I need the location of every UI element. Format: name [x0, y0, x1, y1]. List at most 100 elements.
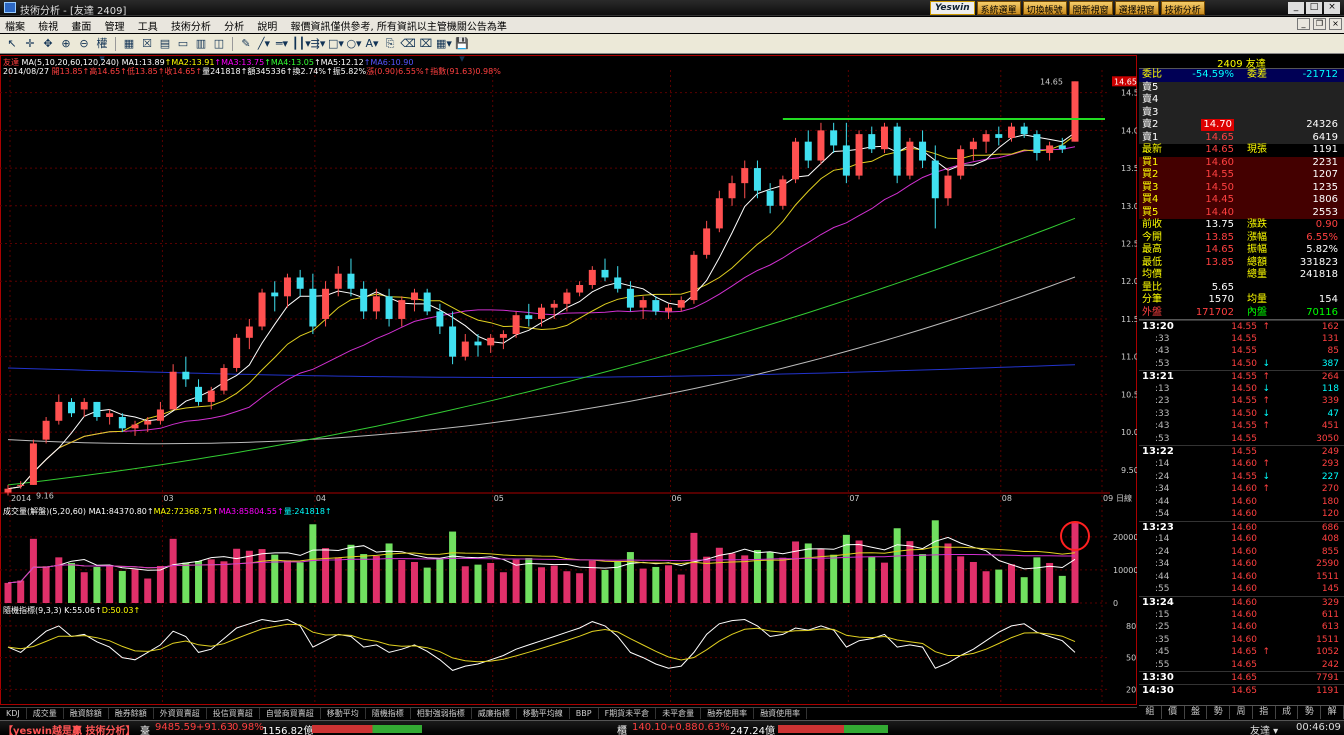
volume-bar	[449, 531, 457, 603]
candle-body	[982, 134, 990, 142]
tab-bbp[interactable]: BBP	[570, 708, 599, 719]
info-change: 漲(0.90)6.55%↑指數(91.63)0.98%	[366, 67, 501, 76]
tick-price: 14.55	[1231, 333, 1257, 344]
ma240-line	[7, 364, 1076, 378]
last-price-label: 14.65	[1040, 77, 1063, 86]
menu-tools[interactable]: 工具	[133, 17, 163, 34]
tile-icon[interactable]: ◫	[211, 36, 227, 51]
tab-foreign[interactable]: 外資買賣超	[154, 708, 207, 719]
copy-icon[interactable]: ⎘	[382, 36, 398, 51]
tab-margin[interactable]: 融資餘額	[64, 708, 109, 719]
volume-bar	[436, 558, 444, 603]
tab-rsi[interactable]: 相對強弱指標	[411, 708, 472, 719]
status-twse-value: 9485.59	[155, 722, 197, 733]
tick-volume: 180	[1321, 496, 1339, 507]
chart-icon[interactable]: ▤	[157, 36, 173, 51]
volume-bar	[4, 582, 12, 603]
tab-system-menu[interactable]: 系統選單	[976, 1, 1021, 16]
tab-oi[interactable]: 未平倉量	[656, 708, 702, 719]
tab-margin-usage[interactable]: 融資使用率	[754, 708, 808, 719]
crosshair-icon[interactable]: ✛	[22, 36, 38, 51]
kd-k: K:55.06↑	[64, 606, 102, 615]
tick-price: 14.60	[1231, 522, 1257, 533]
tick-price: 14.55	[1231, 447, 1257, 458]
ellipse-tool-icon[interactable]: ○▾	[346, 36, 362, 51]
quote-row: 均價 總量 241818	[1139, 269, 1344, 282]
tick-row: :44 14.60 1511	[1139, 571, 1344, 584]
layout-icon[interactable]: ▥	[193, 36, 209, 51]
tab-dealer[interactable]: 自營商買賣超	[260, 708, 321, 719]
tab-stochastic[interactable]: 隨機指標	[366, 708, 411, 719]
status-stock-select[interactable]: 友達 ▾	[1250, 722, 1278, 735]
tab-ma-line[interactable]: 移動平均線	[517, 708, 570, 719]
minimize-icon[interactable]: _	[1288, 2, 1304, 14]
menu-view[interactable]: 檢視	[33, 17, 63, 34]
rtab-price[interactable]: 價	[1162, 706, 1185, 719]
window-icon[interactable]: ▭	[175, 36, 191, 51]
quote-row: 今開 13.85 漲幅 6.55%	[1139, 231, 1344, 244]
fib-tool-icon[interactable]: ⇶▾	[310, 36, 326, 51]
menu-screen[interactable]: 畫面	[66, 17, 96, 34]
quote-label: 最低	[1142, 256, 1162, 268]
menu-technical-analysis[interactable]: 技術分析	[166, 17, 216, 34]
mdi-close-icon[interactable]: ×	[1329, 18, 1342, 30]
right-panel-tabs: 組 價 盤 勢 周 指 成 勢 解	[1139, 705, 1344, 719]
tab-volume[interactable]: 成交量	[27, 708, 64, 719]
tab-kdj[interactable]: KDJ	[0, 708, 27, 719]
rtab-solve[interactable]: 解	[1321, 706, 1344, 719]
eraser-icon[interactable]: ⌫	[400, 36, 416, 51]
color-icon[interactable]: ▦▾	[436, 36, 452, 51]
tick-price: 14.60	[1231, 459, 1257, 470]
menu-file[interactable]: 檔案	[0, 17, 30, 34]
cursor-icon[interactable]: ↖	[4, 36, 20, 51]
maximize-icon[interactable]: □	[1306, 2, 1322, 14]
menu-help[interactable]: 說明	[252, 17, 282, 34]
rtab-group[interactable]: 組	[1139, 706, 1162, 719]
zoom-in-icon[interactable]: ⊕	[58, 36, 74, 51]
save-icon[interactable]: 💾▾	[454, 36, 470, 65]
rtab-trend[interactable]: 勢	[1207, 706, 1231, 719]
draw-icon[interactable]: ✎	[238, 36, 254, 51]
volume-bar	[283, 560, 291, 603]
candlestick-chart[interactable]: 14.50 14.00 13.50 13.00 12.50 12.00 11.50 11.00…	[0, 55, 1137, 705]
tab-technical-analysis[interactable]: 技術分析	[1160, 1, 1205, 16]
tab-ma[interactable]: 移動平均	[321, 708, 366, 719]
volume-bar	[855, 540, 863, 603]
rtab-trend2[interactable]: 勢	[1298, 706, 1322, 719]
tick-row: 13:30 14.65 7791	[1139, 671, 1344, 684]
tick-list[interactable]: 13:20 14.55 ↑ 162:33 14.55 131:43 14.55 85:53 14…	[1139, 319, 1344, 696]
quote-label-2: 振幅	[1247, 244, 1267, 255]
status-twse-label: 臺	[140, 726, 150, 735]
bar-tool-icon[interactable]: ┃┃▾	[292, 36, 311, 51]
tab-short[interactable]: 融券餘額	[109, 708, 154, 719]
menu-analysis[interactable]: 分析	[219, 17, 249, 34]
hline-tool-icon[interactable]: ═▾	[274, 36, 290, 51]
tab-short-usage[interactable]: 融券使用率	[701, 708, 755, 719]
close-icon[interactable]: ×	[1324, 2, 1340, 14]
rtab-deal[interactable]: 成	[1276, 706, 1299, 719]
tab-trust[interactable]: 投信買賣超	[207, 708, 260, 719]
menu-manage[interactable]: 管理	[100, 17, 130, 34]
move-icon[interactable]: ✥	[40, 36, 56, 51]
zoom-out-icon[interactable]: ⊖	[76, 36, 92, 51]
volume-bar	[652, 566, 660, 603]
rect-tool-icon[interactable]: □▾	[328, 36, 344, 51]
tab-select-window[interactable]: 選擇視窗	[1114, 1, 1159, 16]
grid-icon[interactable]: ▦	[121, 36, 137, 51]
eraser-all-icon[interactable]: ⌧	[418, 36, 434, 51]
rtab-board[interactable]: 盤	[1185, 706, 1208, 719]
mdi-minimize-icon[interactable]: _	[1297, 18, 1310, 30]
tick-volume: 1511	[1316, 571, 1339, 582]
tab-new-window[interactable]: 開新視窗	[1068, 1, 1113, 16]
rtab-index[interactable]: 指	[1253, 706, 1276, 719]
rtab-week[interactable]: 周	[1230, 706, 1253, 719]
tab-futures-oi[interactable]: F期貨未平倉	[599, 708, 657, 719]
text-tool-icon[interactable]: A▾	[364, 36, 380, 51]
candle-body	[766, 190, 774, 206]
tab-switch-account[interactable]: 切換帳號	[1022, 1, 1067, 16]
delete-icon[interactable]: ☒	[139, 36, 155, 51]
tab-williams[interactable]: 威廉指標	[472, 708, 517, 719]
line-tool-icon[interactable]: ╱▾	[256, 36, 272, 51]
mdi-restore-icon[interactable]: ❐	[1313, 18, 1326, 30]
period-dropdown[interactable]: 權▾	[94, 36, 110, 65]
